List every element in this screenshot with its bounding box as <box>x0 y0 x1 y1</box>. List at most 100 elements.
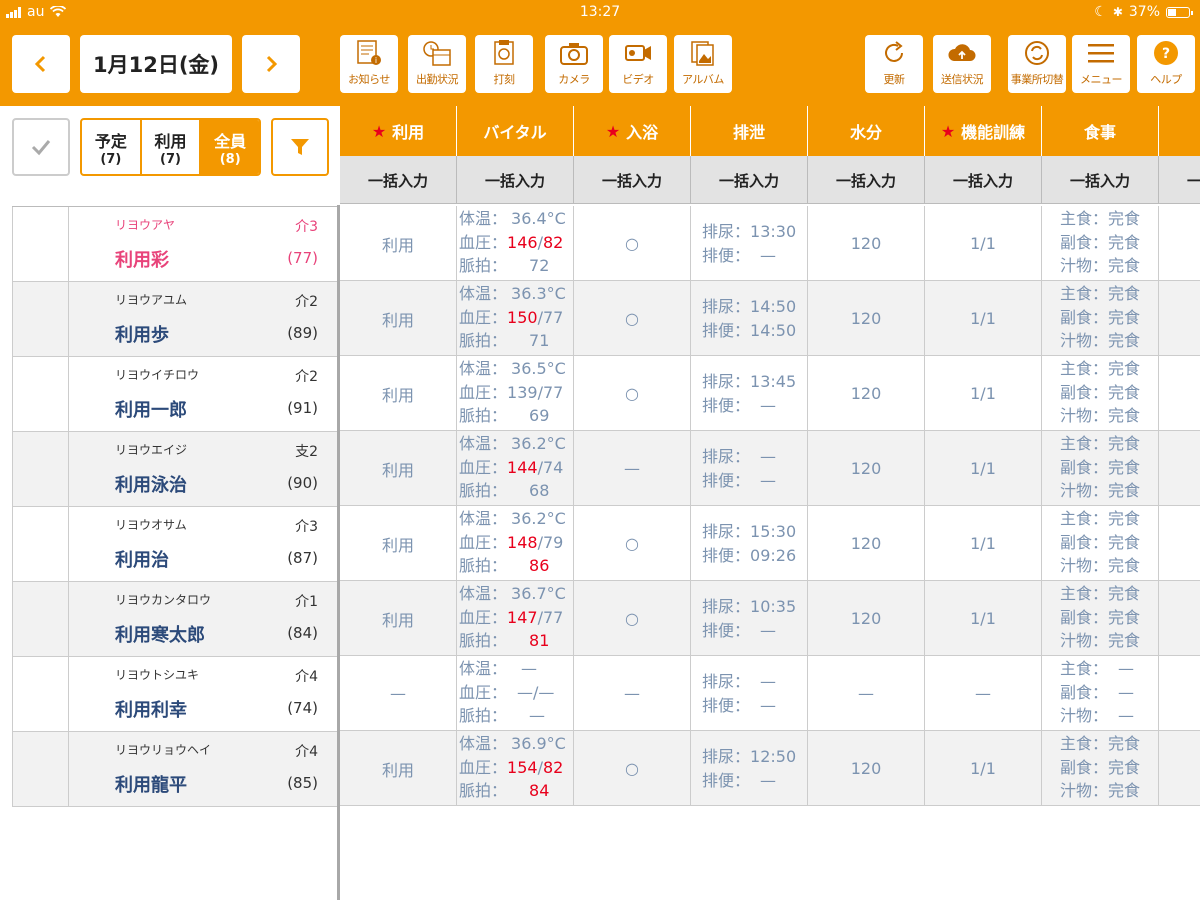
bath-cell[interactable]: — <box>574 431 691 506</box>
user-row[interactable]: リヨウアユム 介2 利用歩 (89) <box>12 282 338 357</box>
help-button[interactable]: ? ヘルプ <box>1137 35 1195 93</box>
training-cell[interactable]: 1/1 <box>925 506 1042 581</box>
meal-cell[interactable]: 主食： — 副食： — 汁物： — <box>1042 656 1159 731</box>
vital-cell[interactable]: 体温： 36.2°C 血圧：144/74 脈拍： 68 <box>457 431 574 506</box>
training-cell[interactable]: 1/1 <box>925 581 1042 656</box>
excretion-cell[interactable]: 排尿：13:45 排便： — <box>691 356 808 431</box>
bath-cell[interactable]: ○ <box>574 581 691 656</box>
user-row[interactable]: リヨウトシユキ 介4 利用利幸 (74) <box>12 657 338 732</box>
water-cell[interactable]: 120 <box>808 356 925 431</box>
bath-cell[interactable]: ○ <box>574 731 691 806</box>
bulk-input-water[interactable]: 一括入力 <box>808 156 925 204</box>
segment-planned[interactable]: 予定 (7) <box>82 120 142 174</box>
training-cell[interactable]: 1/1 <box>925 356 1042 431</box>
use-cell[interactable]: 利用 <box>340 506 457 581</box>
refresh-button[interactable]: 更新 <box>865 35 923 93</box>
next-day-button[interactable] <box>242 35 300 93</box>
select-all-button[interactable] <box>12 118 70 176</box>
date-display[interactable]: 1月12日(金) <box>80 35 232 93</box>
use-cell[interactable]: 利用 <box>340 281 457 356</box>
use-cell[interactable]: — <box>340 656 457 731</box>
column-header-more[interactable] <box>1159 106 1200 156</box>
vital-cell[interactable]: 体温： 36.4°C 血圧：146/82 脈拍： 72 <box>457 206 574 281</box>
vital-cell[interactable]: 体温： 36.5°C 血圧：139/77 脈拍： 69 <box>457 356 574 431</box>
column-header-excretion[interactable]: 排泄 <box>691 106 808 156</box>
vital-cell[interactable]: 体温： 36.7°C 血圧：147/77 脈拍： 81 <box>457 581 574 656</box>
user-row[interactable]: リヨウアヤ 介3 利用彩 (77) <box>12 207 338 282</box>
vital-cell[interactable]: 体温： 36.9°C 血圧：154/82 脈拍： 84 <box>457 731 574 806</box>
vital-cell[interactable]: 体温： 36.2°C 血圧：148/79 脈拍： 86 <box>457 506 574 581</box>
excretion-cell[interactable]: 排尿： — 排便： — <box>691 656 808 731</box>
water-cell[interactable]: 120 <box>808 431 925 506</box>
user-select-cell[interactable] <box>13 357 69 431</box>
user-select-cell[interactable] <box>13 582 69 656</box>
bulk-input-meal[interactable]: 一括入力 <box>1042 156 1159 204</box>
excretion-cell[interactable]: 排尿： — 排便： — <box>691 431 808 506</box>
filter-button[interactable] <box>271 118 329 176</box>
use-cell[interactable]: 利用 <box>340 581 457 656</box>
training-cell[interactable]: 1/1 <box>925 281 1042 356</box>
bath-cell[interactable]: ○ <box>574 356 691 431</box>
bath-cell[interactable]: ○ <box>574 206 691 281</box>
more-cell[interactable] <box>1159 656 1200 731</box>
meal-cell[interactable]: 主食：完食 副食：完食 汁物：完食 <box>1042 731 1159 806</box>
use-cell[interactable]: 利用 <box>340 731 457 806</box>
column-header-water[interactable]: 水分 <box>808 106 925 156</box>
column-header-bath[interactable]: ★ 入浴 <box>574 106 691 156</box>
bath-cell[interactable]: — <box>574 656 691 731</box>
send-status-button[interactable]: 送信状況 <box>933 35 991 93</box>
bulk-input-bath[interactable]: 一括入力 <box>574 156 691 204</box>
notice-button[interactable]: i お知らせ <box>340 35 398 93</box>
excretion-cell[interactable]: 排尿：14:50 排便：14:50 <box>691 281 808 356</box>
camera-button[interactable]: カメラ <box>545 35 603 93</box>
water-cell[interactable]: 120 <box>808 506 925 581</box>
vital-cell[interactable]: 体温： 36.3°C 血圧：150/77 脈拍： 71 <box>457 281 574 356</box>
bulk-input-more[interactable]: 一括入力 <box>1159 156 1200 204</box>
bath-cell[interactable]: ○ <box>574 281 691 356</box>
column-header-training[interactable]: ★ 機能訓練 <box>925 106 1042 156</box>
meal-cell[interactable]: 主食：完食 副食：完食 汁物：完食 <box>1042 581 1159 656</box>
training-cell[interactable]: 1/1 <box>925 206 1042 281</box>
use-cell[interactable]: 利用 <box>340 431 457 506</box>
more-cell[interactable] <box>1159 731 1200 806</box>
attendance-button[interactable]: 出勤状況 <box>408 35 466 93</box>
more-cell[interactable] <box>1159 581 1200 656</box>
more-cell[interactable] <box>1159 206 1200 281</box>
excretion-cell[interactable]: 排尿：10:35 排便： — <box>691 581 808 656</box>
user-select-cell[interactable] <box>13 282 69 356</box>
more-cell[interactable] <box>1159 356 1200 431</box>
water-cell[interactable]: 120 <box>808 206 925 281</box>
user-select-cell[interactable] <box>13 507 69 581</box>
excretion-cell[interactable]: 排尿：15:30 排便：09:26 <box>691 506 808 581</box>
bath-cell[interactable]: ○ <box>574 506 691 581</box>
bulk-input-use[interactable]: 一括入力 <box>340 156 457 204</box>
use-cell[interactable]: 利用 <box>340 356 457 431</box>
training-cell[interactable]: 1/1 <box>925 731 1042 806</box>
more-cell[interactable] <box>1159 506 1200 581</box>
training-cell[interactable]: 1/1 <box>925 431 1042 506</box>
bulk-input-training[interactable]: 一括入力 <box>925 156 1042 204</box>
excretion-cell[interactable]: 排尿：12:50 排便： — <box>691 731 808 806</box>
user-select-cell[interactable] <box>13 657 69 731</box>
meal-cell[interactable]: 主食：完食 副食：完食 汁物：完食 <box>1042 281 1159 356</box>
meal-cell[interactable]: 主食：完食 副食：完食 汁物：完食 <box>1042 506 1159 581</box>
column-header-meal[interactable]: 食事 <box>1042 106 1159 156</box>
segment-using[interactable]: 利用 (7) <box>142 120 202 174</box>
user-row[interactable]: リヨウエイジ 支2 利用泳治 (90) <box>12 432 338 507</box>
column-header-use[interactable]: ★ 利用 <box>340 106 457 156</box>
user-row[interactable]: リヨウリョウヘイ 介4 利用龍平 (85) <box>12 732 338 807</box>
user-row[interactable]: リヨウイチロウ 介2 利用一郎 (91) <box>12 357 338 432</box>
water-cell[interactable]: — <box>808 656 925 731</box>
user-select-cell[interactable] <box>13 432 69 506</box>
meal-cell[interactable]: 主食：完食 副食：完食 汁物：完食 <box>1042 206 1159 281</box>
meal-cell[interactable]: 主食：完食 副食：完食 汁物：完食 <box>1042 356 1159 431</box>
user-select-cell[interactable] <box>13 732 69 806</box>
prev-day-button[interactable] <box>12 35 70 93</box>
water-cell[interactable]: 120 <box>808 581 925 656</box>
video-button[interactable]: ビデオ <box>609 35 667 93</box>
user-select-cell[interactable] <box>13 207 69 281</box>
excretion-cell[interactable]: 排尿：13:30 排便： — <box>691 206 808 281</box>
water-cell[interactable]: 120 <box>808 281 925 356</box>
user-row[interactable]: リヨウオサム 介3 利用治 (87) <box>12 507 338 582</box>
vital-cell[interactable]: 体温： — 血圧： —/— 脈拍： — <box>457 656 574 731</box>
